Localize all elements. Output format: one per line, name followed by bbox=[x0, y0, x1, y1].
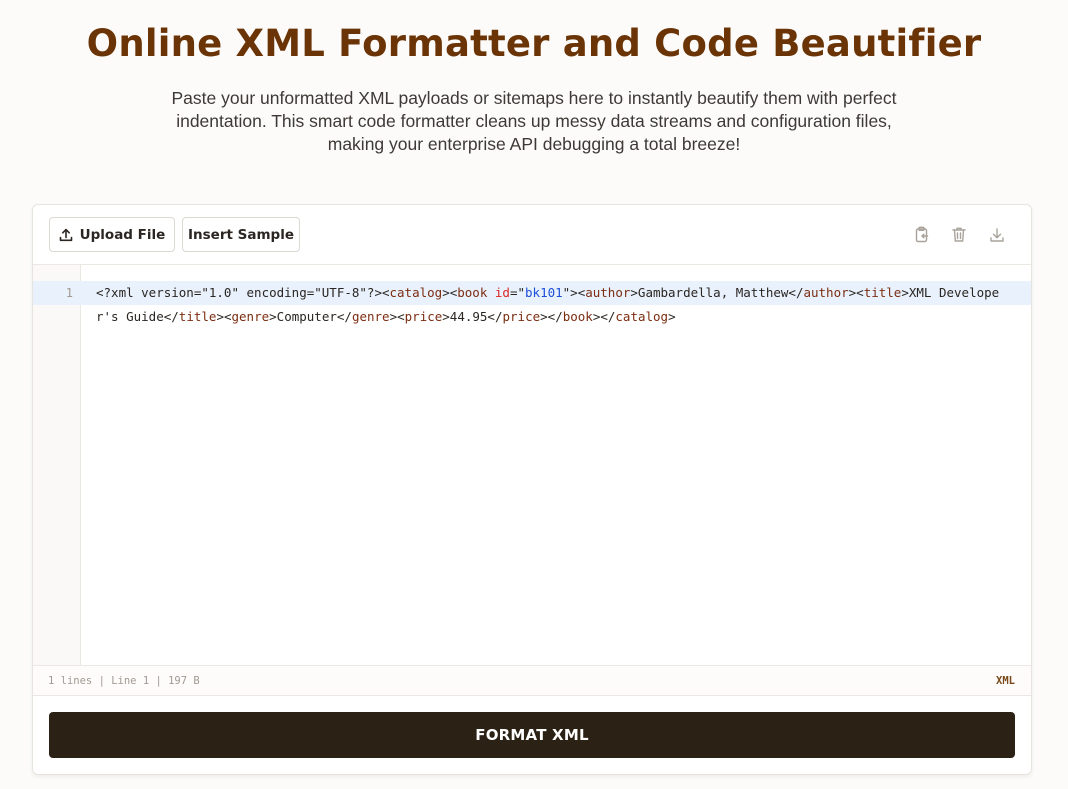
paste-icon[interactable] bbox=[913, 226, 930, 243]
trash-icon[interactable] bbox=[950, 226, 967, 243]
page-title: Online XML Formatter and Code Beautifier bbox=[86, 22, 982, 65]
page-subtitle: Paste your unformatted XML payloads or s… bbox=[171, 88, 897, 154]
status-info: 1 lines | Line 1 | 197 B bbox=[48, 675, 200, 687]
toolbar: Upload File Insert Sample bbox=[33, 205, 1031, 265]
download-icon[interactable] bbox=[988, 226, 1005, 243]
line-gutter bbox=[33, 265, 81, 665]
upload-file-button[interactable]: Upload File bbox=[49, 217, 175, 252]
upload-file-label: Upload File bbox=[79, 226, 166, 243]
line-number: 1 bbox=[65, 286, 73, 300]
format-xml-button[interactable]: FORMAT XML bbox=[49, 712, 1015, 758]
code-editor[interactable]: 1 <?xml version="1.0" encoding="UTF-8"?>… bbox=[33, 265, 1031, 665]
status-bar: 1 lines | Line 1 | 197 B XML bbox=[33, 665, 1031, 696]
code-content[interactable]: <?xml version="1.0" encoding="UTF-8"?><c… bbox=[96, 281, 1021, 329]
editor-card: Upload File Insert Sample 1 <?xml versio… bbox=[32, 204, 1032, 775]
upload-icon bbox=[59, 228, 73, 242]
language-badge: XML bbox=[996, 675, 1015, 687]
insert-sample-button[interactable]: Insert Sample bbox=[182, 217, 300, 252]
